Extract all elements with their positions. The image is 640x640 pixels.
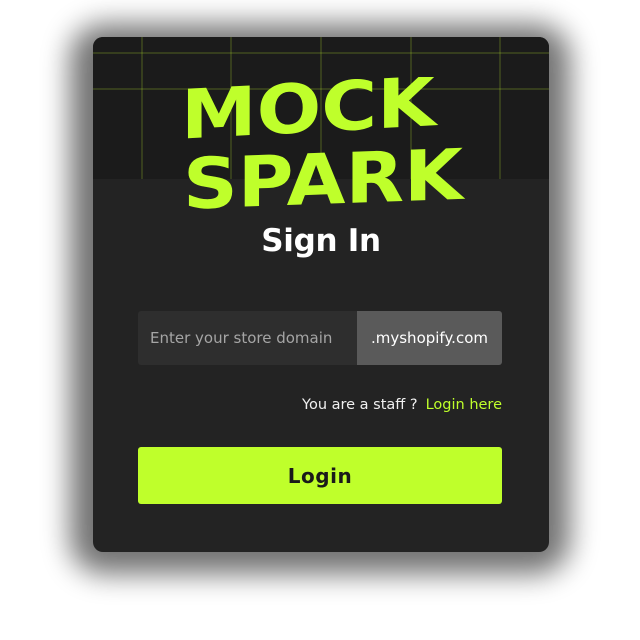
staff-question: You are a staff ? [302, 397, 418, 413]
staff-login-link[interactable]: Login here [426, 397, 502, 413]
domain-suffix: .myshopify.com [357, 311, 502, 365]
store-domain-group: .myshopify.com [138, 311, 502, 365]
logo-line-2: SPARK [183, 134, 466, 226]
store-domain-input[interactable] [138, 311, 357, 365]
login-button[interactable]: Login [138, 447, 502, 504]
page-title: Sign In [261, 223, 381, 259]
staff-login-row: You are a staff ? Login here [138, 397, 502, 413]
page: MOCK SPARK Sign In .myshopify.com You ar… [0, 0, 640, 640]
login-card: MOCK SPARK Sign In .myshopify.com You ar… [93, 37, 549, 552]
